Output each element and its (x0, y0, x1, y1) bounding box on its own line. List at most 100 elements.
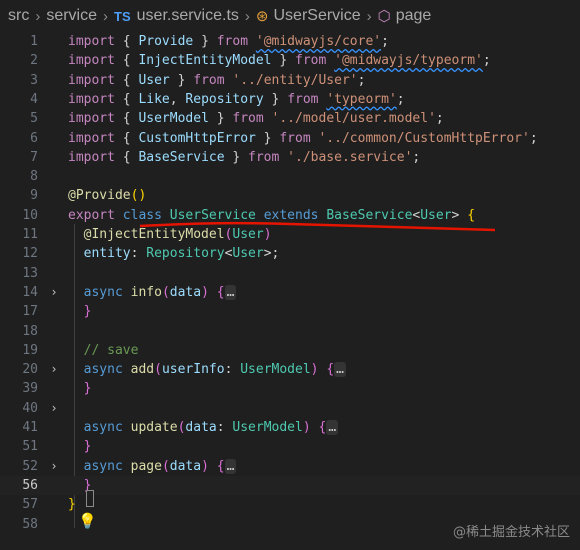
code-line[interactable]: 39 } (0, 379, 580, 398)
code-line[interactable]: 5 import { UserModel } from '../model/use… (0, 109, 580, 128)
code-line[interactable]: 7 import { BaseService } from './base.ser… (0, 148, 580, 167)
fold-chevron-icon[interactable]: › (48, 399, 60, 418)
code-text: import { BaseService } from './base.serv… (68, 148, 420, 167)
watermark: @稀土掘金技术社区 (452, 525, 570, 540)
line-number: 8 (30, 169, 38, 185)
code-token: ; (435, 111, 444, 127)
code-token: from (193, 72, 225, 88)
chevron-right-icon: › (35, 7, 41, 25)
breadcrumb-item-method[interactable]: ⬡ page (378, 7, 432, 25)
code-token: ; (381, 34, 389, 49)
line-number: 17 (22, 304, 38, 320)
code-token: from (248, 149, 280, 165)
code-token: data (169, 458, 202, 474)
class-icon: ⊛ (255, 8, 269, 25)
code-line[interactable]: 12 entity: Repository<User>; (0, 244, 580, 263)
code-token: ; (396, 91, 405, 107)
code-line[interactable]: 51 } (0, 437, 580, 456)
code-token: ) (201, 284, 209, 300)
breadcrumb: src › service › TS user.service.ts › ⊛ U… (0, 0, 580, 32)
code-token: } (68, 497, 76, 513)
code-token: '../model/user.model' (271, 111, 436, 127)
line-number: 51 (22, 439, 38, 455)
code-line[interactable]: 20 › async add(userInfo: UserModel) {… (0, 360, 580, 379)
code-token: info (130, 284, 162, 300)
code-text: entity: Repository<User>; (68, 244, 280, 263)
code-token: import (68, 91, 115, 107)
breadcrumb-item-service[interactable]: service (46, 7, 97, 25)
line-number: 5 (30, 111, 38, 127)
line-number: 4 (30, 91, 38, 107)
breadcrumb-item-class[interactable]: ⊛ UserService (256, 7, 361, 25)
code-token: '../entity/User' (232, 72, 358, 88)
code-token: Repository (185, 91, 264, 107)
line-number: 1 (30, 34, 38, 49)
code-token: from (287, 91, 319, 107)
code-line[interactable]: 4 import { Like, Repository } from 'typeo… (0, 90, 580, 109)
lightbulb-icon[interactable]: 💡 (78, 512, 97, 530)
code-line[interactable]: 41 async update(data: UserModel) {… (0, 418, 580, 437)
code-token: './base.service' (287, 149, 413, 165)
breadcrumb-item-src[interactable]: src (8, 7, 29, 25)
code-line[interactable]: 52 › async page(data) {… (0, 457, 580, 476)
code-token: import (68, 34, 115, 49)
code-token: data (185, 420, 217, 435)
code-text: import { Like, Repository } from 'typeor… (68, 90, 405, 109)
line-number: 41 (22, 420, 38, 435)
code-token: User (138, 72, 170, 88)
line-number: 19 (22, 342, 38, 358)
code-line[interactable]: 40 › (0, 399, 580, 418)
fold-chevron-icon[interactable]: › (48, 283, 60, 302)
code-line[interactable]: 9 @Provide() (0, 186, 580, 205)
code-line[interactable]: 2 import { InjectEntityModel } from '@mid… (0, 51, 580, 70)
code-line[interactable]: 13 (0, 264, 580, 283)
code-token: ( (154, 362, 162, 378)
code-token: data (169, 284, 202, 300)
code-token: add (130, 362, 155, 378)
code-token: } (83, 381, 92, 397)
code-line[interactable]: 18 (0, 322, 580, 341)
code-token: ; (482, 53, 491, 69)
code-token: export (68, 207, 115, 223)
chevron-right-icon: › (103, 7, 109, 25)
code-token: ) (201, 458, 209, 474)
code-token: { (114, 72, 139, 88)
code-token: async (83, 362, 123, 378)
code-token: import (68, 53, 115, 69)
code-line[interactable]: 1 import { Provide } from '@midwayjs/core… (0, 32, 580, 51)
code-token: , (169, 91, 186, 107)
code-token: import (68, 72, 115, 88)
line-number: 40 (22, 400, 38, 416)
code-token: import (68, 130, 115, 146)
code-line[interactable]: 8 (0, 167, 580, 186)
code-text: @Provide() (68, 186, 146, 205)
line-number: 9 (30, 188, 38, 204)
code-token: InjectEntityModel (138, 53, 272, 69)
code-token: ( (161, 458, 170, 474)
breadcrumb-item-file[interactable]: TS user.service.ts (114, 7, 239, 25)
code-line[interactable]: 14 › async info(data) {… (0, 283, 580, 302)
line-number: 56 (22, 477, 38, 493)
code-token: Repository (146, 246, 225, 262)
code-text: } (68, 379, 92, 398)
code-line[interactable]: 19 // save (0, 341, 580, 360)
code-line[interactable]: 3 import { User } from '../entity/User'; (0, 71, 580, 90)
code-token: entity (83, 246, 131, 262)
line-number: 58 (22, 516, 38, 532)
code-token: { (114, 111, 139, 127)
fold-chevron-icon[interactable]: › (48, 457, 60, 476)
code-line[interactable]: 6 import { CustomHttpError } from '../com… (0, 129, 580, 148)
code-token: } (83, 439, 92, 455)
code-line[interactable]: 17 } (0, 302, 580, 321)
code-editor[interactable]: 1 import { Provide } from '@midwayjs/core… (0, 32, 580, 550)
code-token: } (169, 72, 194, 88)
fold-chevron-icon[interactable]: › (48, 360, 60, 379)
code-token: UserModel (240, 362, 311, 378)
code-token: { (114, 130, 139, 146)
